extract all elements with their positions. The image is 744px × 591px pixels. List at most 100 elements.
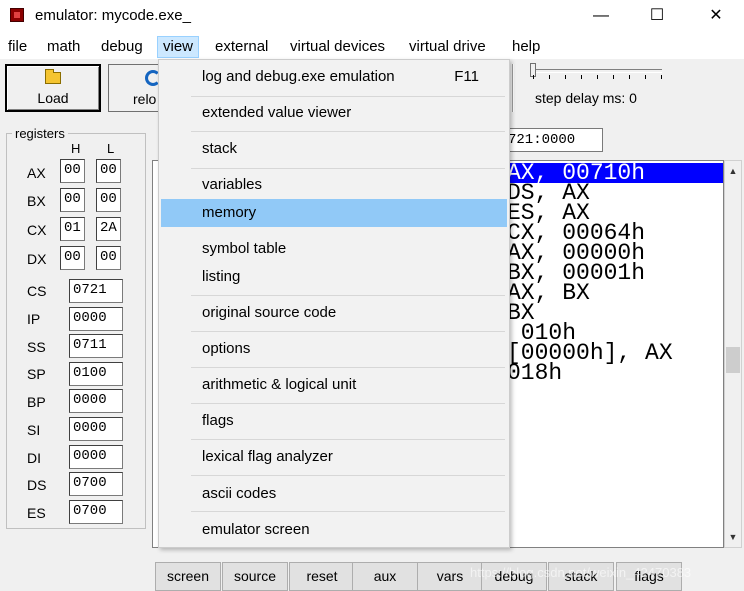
- menu-math[interactable]: math: [47, 38, 80, 55]
- register-cx-high[interactable]: 01: [60, 217, 85, 241]
- register-ds[interactable]: 0700: [69, 472, 123, 496]
- high-byte-column-label: H: [71, 141, 81, 156]
- register-sp[interactable]: 0100: [69, 362, 123, 386]
- register-label-di: DI: [27, 450, 41, 466]
- menu-separator: [191, 367, 505, 368]
- slider-tick: [629, 75, 630, 79]
- load-button[interactable]: Load: [5, 64, 101, 112]
- vars-button[interactable]: vars: [417, 562, 483, 591]
- app-icon: [10, 8, 24, 22]
- toolbar-separator: [512, 64, 514, 112]
- menu-item-label: log and debug.exe emulation: [202, 68, 395, 85]
- register-label-sp: SP: [27, 366, 46, 382]
- reset-button[interactable]: reset: [289, 562, 355, 591]
- menu-separator: [191, 131, 505, 132]
- view-menu-item-memory[interactable]: memory: [161, 199, 507, 227]
- folder-open-icon: [45, 69, 61, 84]
- register-label-cx: CX: [27, 222, 47, 238]
- register-cs[interactable]: 0721: [69, 279, 123, 303]
- screen-button[interactable]: screen: [155, 562, 221, 591]
- scrollbar-thumb[interactable]: [726, 347, 740, 373]
- close-button[interactable]: ✕: [693, 0, 739, 32]
- reload-button-label: relo: [133, 91, 157, 107]
- register-si[interactable]: 0000: [69, 417, 123, 441]
- view-menu-item-options[interactable]: options: [161, 334, 507, 364]
- slider-tick: [645, 75, 646, 79]
- view-menu-item-symbol-table[interactable]: symbol table: [161, 234, 507, 264]
- menu-separator: [191, 168, 505, 169]
- menu-debug[interactable]: debug: [101, 38, 143, 55]
- view-menu-item-log[interactable]: log and debug.exe emulation F11: [161, 62, 507, 92]
- title-bar: emulator: mycode.exe_ — ☐ ✕: [0, 0, 744, 34]
- register-label-dx: DX: [27, 251, 47, 267]
- register-dx-low[interactable]: 00: [96, 246, 121, 270]
- minimize-button[interactable]: —: [578, 0, 624, 32]
- address-field[interactable]: 721:0000: [505, 128, 603, 152]
- menu-virtual-drive[interactable]: virtual drive: [409, 38, 486, 55]
- slider-tick: [549, 75, 550, 79]
- register-label-ax: AX: [27, 165, 46, 181]
- step-delay-label: step delay ms: 0: [535, 90, 637, 106]
- register-label-ip: IP: [27, 311, 41, 327]
- register-es[interactable]: 0700: [69, 500, 123, 524]
- view-menu-item-flags[interactable]: flags: [161, 406, 507, 436]
- load-button-label: Load: [37, 90, 69, 106]
- view-menu-dropdown: log and debug.exe emulation F11 extended…: [158, 59, 510, 548]
- register-label-ds: DS: [27, 477, 47, 493]
- register-label-si: SI: [27, 422, 41, 438]
- register-bx-high[interactable]: 00: [60, 188, 85, 212]
- view-menu-item-alu[interactable]: arithmetic & logical unit: [161, 370, 507, 400]
- slider-tick: [597, 75, 598, 79]
- scroll-up-arrow-icon[interactable]: ▲: [725, 163, 741, 179]
- view-menu-item-emulator-screen[interactable]: emulator screen: [161, 515, 507, 545]
- maximize-button[interactable]: ☐: [634, 0, 680, 32]
- menu-virtual-devices[interactable]: virtual devices: [290, 38, 385, 55]
- low-byte-column-label: L: [107, 141, 115, 156]
- menu-separator: [191, 511, 505, 512]
- slider-tick: [613, 75, 614, 79]
- view-menu-item-extended-value-viewer[interactable]: extended value viewer: [161, 98, 507, 128]
- register-ss[interactable]: 0711: [69, 334, 123, 358]
- slider-tick: [581, 75, 582, 79]
- view-menu-item-original-source-code[interactable]: original source code: [161, 298, 507, 328]
- menu-separator: [191, 96, 505, 97]
- slider-tick: [661, 75, 662, 79]
- register-di[interactable]: 0000: [69, 445, 123, 469]
- slider-tick: [565, 75, 566, 79]
- menu-separator: [191, 403, 505, 404]
- menu-help[interactable]: help: [512, 38, 540, 55]
- register-ax-low[interactable]: 00: [96, 159, 121, 183]
- menu-bar: file math debug view external virtual de…: [0, 34, 744, 59]
- view-menu-item-ascii-codes[interactable]: ascii codes: [161, 479, 507, 509]
- view-menu-item-stack[interactable]: stack: [161, 134, 507, 164]
- register-dx-high[interactable]: 00: [60, 246, 85, 270]
- slider-tick: [533, 75, 534, 79]
- register-bp[interactable]: 0000: [69, 389, 123, 413]
- menu-view[interactable]: view: [157, 36, 200, 58]
- step-delay-panel: step delay ms: 0: [512, 59, 744, 114]
- debug-button[interactable]: debug: [481, 562, 547, 591]
- register-label-bx: BX: [27, 193, 46, 209]
- code-line[interactable]: 018h: [507, 362, 562, 385]
- register-label-bp: BP: [27, 394, 46, 410]
- register-label-es: ES: [27, 505, 46, 521]
- view-menu-item-lexical-flag-analyzer[interactable]: lexical flag analyzer: [161, 442, 507, 472]
- register-ax-high[interactable]: 00: [60, 159, 85, 183]
- stack-button[interactable]: stack: [548, 562, 614, 591]
- step-delay-slider[interactable]: [532, 69, 662, 73]
- register-bx-low[interactable]: 00: [96, 188, 121, 212]
- flags-button[interactable]: flags: [616, 562, 682, 591]
- menu-external[interactable]: external: [215, 38, 268, 55]
- aux-button[interactable]: aux: [352, 562, 418, 591]
- view-menu-item-variables[interactable]: variables: [161, 170, 507, 200]
- menu-file[interactable]: file: [8, 38, 27, 55]
- listing-scrollbar[interactable]: ▲ ▼: [724, 160, 742, 548]
- window-title: emulator: mycode.exe_: [35, 7, 191, 24]
- source-button[interactable]: source: [222, 562, 288, 591]
- menu-separator: [191, 439, 505, 440]
- register-cx-low[interactable]: 2A: [96, 217, 121, 241]
- scroll-down-arrow-icon[interactable]: ▼: [725, 529, 741, 545]
- register-ip[interactable]: 0000: [69, 307, 123, 331]
- view-menu-item-listing[interactable]: listing: [161, 262, 507, 292]
- reload-button[interactable]: relo: [108, 64, 161, 112]
